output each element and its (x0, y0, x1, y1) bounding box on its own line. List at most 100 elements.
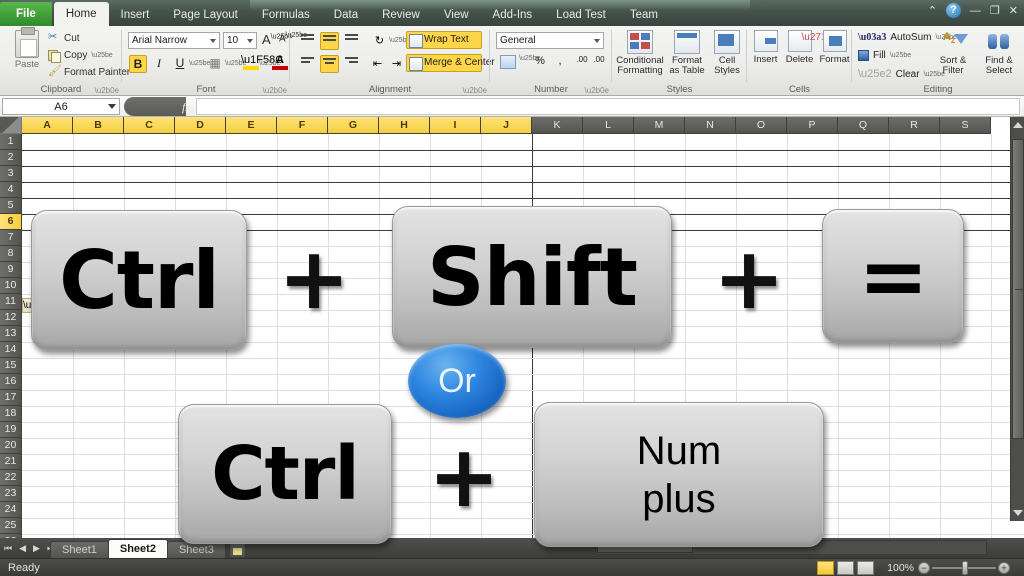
find-select-button[interactable]: Find & Select (976, 30, 1022, 76)
zoom-out-button[interactable]: − (918, 562, 930, 574)
tab-load-test[interactable]: Load Test (544, 4, 618, 26)
italic-button[interactable]: I (150, 55, 168, 73)
row-header-4[interactable]: 4 (0, 182, 22, 198)
tab-page-layout[interactable]: Page Layout (161, 4, 250, 26)
tab-home[interactable]: Home (53, 2, 109, 26)
row-header-17[interactable]: 17 (0, 390, 22, 406)
vertical-scrollbar[interactable] (1010, 117, 1024, 521)
cell-styles-button[interactable]: Cell Styles (708, 30, 746, 76)
column-header-k[interactable]: K (532, 117, 583, 134)
first-sheet-button[interactable]: ⏮ (4, 541, 12, 555)
row-header-15[interactable]: 15 (0, 358, 22, 374)
column-header-e[interactable]: E (226, 117, 277, 134)
row-header-22[interactable]: 22 (0, 470, 22, 486)
row-header-6[interactable]: 6 (0, 214, 22, 230)
column-header-d[interactable]: D (175, 117, 226, 134)
formula-input[interactable] (196, 98, 1020, 115)
align-center-button[interactable] (320, 55, 339, 73)
column-header-r[interactable]: R (889, 117, 940, 134)
view-page-break-button[interactable] (857, 561, 874, 575)
column-header-s[interactable]: S (940, 117, 991, 134)
fill-button[interactable]: Fill \u25be (858, 50, 911, 61)
format-painter-button[interactable]: Format Painter (48, 64, 130, 78)
merge-center-button[interactable]: Merge & Center (406, 54, 495, 72)
increase-indent-button[interactable]: ⇥ (387, 55, 406, 73)
column-header-b[interactable]: B (73, 117, 124, 134)
row-header-1[interactable]: 1 (0, 134, 22, 150)
tab-data[interactable]: Data (322, 4, 370, 26)
tab-formulas[interactable]: Formulas (250, 4, 322, 26)
scroll-down-icon[interactable] (1013, 510, 1023, 516)
zoom-in-button[interactable]: + (998, 562, 1010, 574)
column-header-o[interactable]: O (736, 117, 787, 134)
row-header-12[interactable]: 12 (0, 310, 22, 326)
alignment-dialog-launcher[interactable]: \u2b0e (463, 86, 487, 95)
row-header-24[interactable]: 24 (0, 502, 22, 518)
row-header-23[interactable]: 23 (0, 486, 22, 502)
row-header-10[interactable]: 10 (0, 278, 22, 294)
name-box-chevron-down-icon[interactable] (108, 104, 116, 109)
minimize-icon[interactable]: — (970, 5, 981, 17)
row-header-16[interactable]: 16 (0, 374, 22, 390)
tab-insert[interactable]: Insert (109, 4, 162, 26)
row-header-21[interactable]: 21 (0, 454, 22, 470)
column-header-g[interactable]: G (328, 117, 379, 134)
row-header-9[interactable]: 9 (0, 262, 22, 278)
tab-review[interactable]: Review (370, 4, 432, 26)
vertical-scroll-thumb[interactable] (1012, 139, 1024, 439)
number-dialog-launcher[interactable]: \u2b0e (585, 86, 609, 95)
collapse-ribbon-icon[interactable]: ⌃ (928, 4, 937, 17)
select-all-corner[interactable] (0, 117, 22, 134)
insert-function-icon[interactable]: fx (182, 100, 191, 115)
insert-sheet-button[interactable] (228, 543, 246, 558)
number-format-select[interactable]: General (496, 32, 604, 49)
sort-filter-button[interactable]: AZ Sort & Filter (930, 30, 976, 76)
column-header-p[interactable]: P (787, 117, 838, 134)
row-header-8[interactable]: 8 (0, 246, 22, 262)
accounting-format-button[interactable] (498, 55, 518, 72)
sheet-tab-sheet1[interactable]: Sheet1 (50, 541, 109, 558)
chevron-down-icon[interactable] (210, 39, 216, 43)
view-normal-button[interactable] (817, 561, 834, 575)
column-header-j[interactable]: J (481, 117, 532, 134)
clipboard-dialog-launcher[interactable]: \u2b0e (95, 86, 119, 95)
tab-team[interactable]: Team (618, 4, 670, 26)
help-icon[interactable]: ? (945, 3, 961, 18)
borders-button[interactable]: ▦ (206, 55, 224, 73)
column-header-n[interactable]: N (685, 117, 736, 134)
view-page-layout-button[interactable] (837, 561, 854, 575)
zoom-handle[interactable] (962, 561, 968, 575)
name-box[interactable]: A6 (2, 98, 120, 115)
comma-format-button[interactable]: , (552, 55, 568, 67)
font-name-input[interactable]: Arial Narrow (128, 32, 220, 49)
format-cells-button[interactable]: Format (817, 30, 852, 65)
row-header-18[interactable]: 18 (0, 406, 22, 422)
scroll-up-icon[interactable] (1013, 122, 1023, 128)
font-color-button[interactable]: A (270, 55, 290, 73)
zoom-slider[interactable]: − + (918, 561, 1010, 575)
font-size-input[interactable]: 10 (223, 32, 257, 49)
cut-button[interactable]: Cut (48, 30, 80, 44)
row-header-14[interactable]: 14 (0, 342, 22, 358)
column-header-a[interactable]: A (22, 117, 73, 134)
column-header-c[interactable]: C (124, 117, 175, 134)
align-left-button[interactable] (298, 55, 317, 73)
underline-button[interactable]: U (171, 55, 189, 73)
tab-file[interactable]: File (0, 2, 52, 26)
align-top-button[interactable] (298, 32, 317, 50)
decrease-decimal-button[interactable]: .00 (591, 55, 607, 64)
row-header-19[interactable]: 19 (0, 422, 22, 438)
font-dialog-launcher[interactable]: \u2b0e (263, 86, 287, 95)
column-header-m[interactable]: M (634, 117, 685, 134)
row-header-3[interactable]: 3 (0, 166, 22, 182)
next-sheet-button[interactable]: ▶ (33, 541, 40, 555)
zoom-level[interactable]: 100% (887, 562, 914, 574)
insert-cells-button[interactable]: Insert (749, 30, 782, 65)
fill-color-button[interactable]: \u1F58C (241, 55, 283, 73)
tab-view[interactable]: View (432, 4, 481, 26)
row-header-13[interactable]: 13 (0, 326, 22, 342)
paste-button[interactable]: Paste (6, 27, 48, 70)
row-header-25[interactable]: 25 (0, 518, 22, 534)
underline-dropdown[interactable]: \u25be (189, 55, 210, 73)
format-as-table-button[interactable]: Format as Table (666, 30, 708, 76)
